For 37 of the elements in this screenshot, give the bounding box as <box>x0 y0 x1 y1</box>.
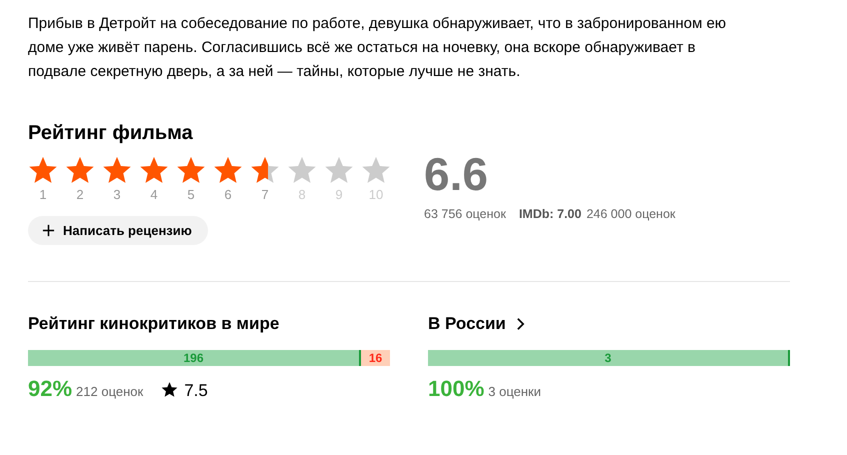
star-number: 1 <box>38 187 48 202</box>
star-number: 7 <box>260 187 270 202</box>
negative-count: 16 <box>368 350 384 366</box>
imdb-rating: IMDb: 7.00 <box>518 207 582 221</box>
star-number: 5 <box>186 187 196 202</box>
votes-count: 63 756 оценок <box>424 207 506 221</box>
positive-count: 196 <box>184 351 204 365</box>
star-icon[interactable] <box>176 155 206 185</box>
star-icon[interactable] <box>139 155 169 185</box>
section-link[interactable]: В России <box>428 314 506 334</box>
critics-percent: 100% <box>428 376 484 402</box>
star-icon <box>161 380 178 398</box>
average-score: 7.5 <box>184 381 208 401</box>
critics-votes-count: 3 оценки <box>488 384 542 399</box>
star-number: 2 <box>75 187 85 202</box>
star-icon[interactable] <box>324 155 354 185</box>
imdb-votes-count: 246 000 оценок <box>586 207 676 221</box>
star-icon[interactable] <box>250 155 280 185</box>
section-title: Рейтинг кинокритиков в мире <box>28 314 280 334</box>
chevron-right-icon[interactable] <box>516 317 525 331</box>
movie-description: Прибыв в Детройт на собеседование по работе, девушка обнаруживает, что в забронированном ею доме уже живёт парень. Согласившись всё же остаться на ночевку, она вскоре обнаруживает в подвале секретную дверь, а за ней — тайны, которые лучше не знать. <box>28 14 728 82</box>
critics-percent: 92% <box>28 376 72 402</box>
star-icon[interactable] <box>102 155 132 185</box>
critics-votes-count: 212 оценок <box>76 384 144 399</box>
star-number: 6 <box>223 187 233 202</box>
write-review-button[interactable]: Написать рецензию <box>28 216 208 245</box>
section-title: Рейтинг фильма <box>28 122 194 145</box>
positive-count: 3 <box>604 351 612 365</box>
star-icon[interactable] <box>213 155 243 185</box>
star-icon[interactable] <box>361 155 391 185</box>
star-icon[interactable] <box>65 155 95 185</box>
star-icon[interactable] <box>28 155 58 185</box>
star-number: 4 <box>149 187 159 202</box>
star-number: 3 <box>112 187 122 202</box>
plus-icon <box>42 224 55 237</box>
star-icon[interactable] <box>287 155 317 185</box>
rating-score: 6.6 <box>424 149 489 199</box>
